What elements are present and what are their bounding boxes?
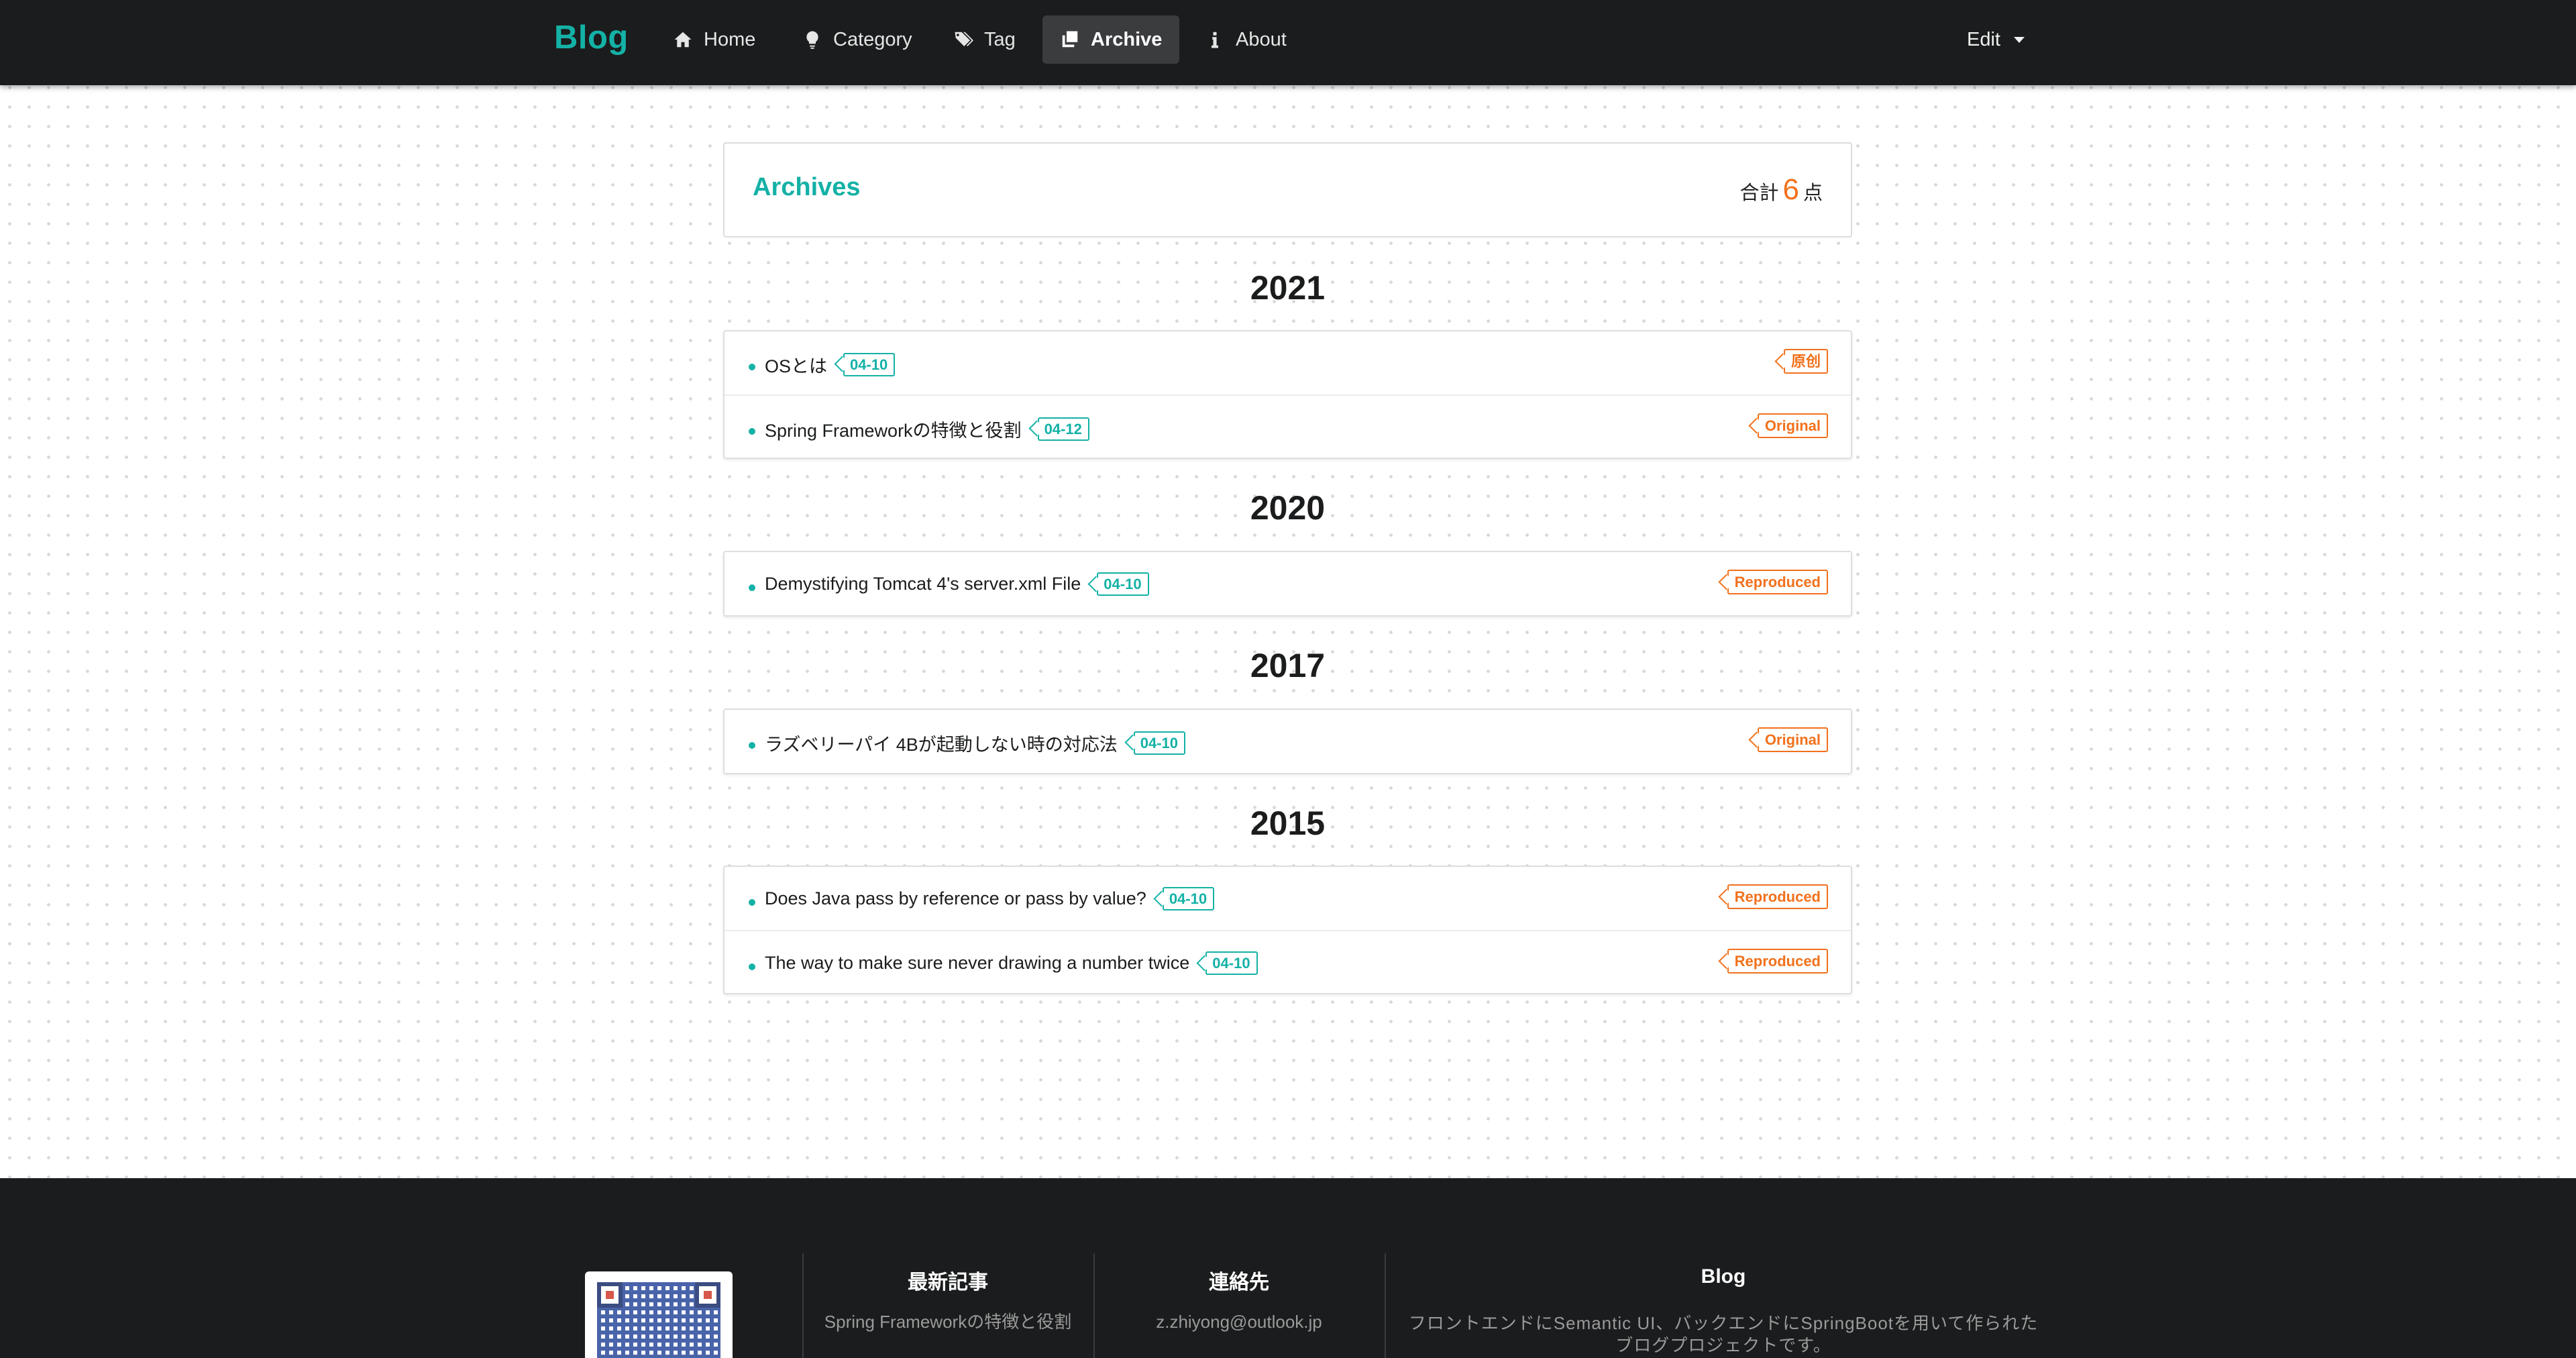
- footer-contact-email: z.zhiyong@outlook.jp: [1156, 1312, 1322, 1332]
- post-title-wrap: Does Java pass by reference or pass by v…: [765, 887, 1215, 911]
- edit-dropdown-label: Edit: [1967, 28, 2000, 50]
- nav-item-category[interactable]: Category: [785, 15, 930, 64]
- lightbulb-icon: [806, 31, 818, 49]
- post-count-number: 6: [1782, 173, 1799, 206]
- post-title-link[interactable]: Demystifying Tomcat 4's server.xml File: [765, 574, 1081, 594]
- chevron-down-icon: [2013, 36, 2025, 43]
- top-navbar: Blog Home Category Tag Archive About Edi…: [0, 0, 2576, 85]
- post-title-link[interactable]: Does Java pass by reference or pass by v…: [765, 888, 1146, 909]
- list-item[interactable]: Spring Frameworkの特徴と役割 04-12 Original: [724, 395, 1851, 458]
- list-item[interactable]: Demystifying Tomcat 4's server.xml File …: [724, 552, 1851, 615]
- date-tag: 04-12: [1037, 417, 1089, 441]
- nav-item-label: Tag: [984, 28, 1016, 50]
- year-post-list: Does Java pass by reference or pass by v…: [723, 866, 1852, 994]
- post-title-wrap: ラズベリーパイ 4Bが起動しない時の対応法 04-10: [765, 730, 1185, 756]
- type-tag: Reproduced: [1727, 949, 1828, 974]
- footer: 最新記事 Spring Frameworkの特徴と役割 連絡先 z.zhiyon…: [0, 1178, 2576, 1358]
- type-tag: Original: [1757, 413, 1828, 439]
- footer-latest-link[interactable]: Spring Frameworkの特徴と役割: [818, 1311, 1077, 1333]
- list-item[interactable]: The way to make sure never drawing a num…: [724, 930, 1851, 993]
- year-post-list: Demystifying Tomcat 4's server.xml File …: [723, 551, 1852, 617]
- bullet-icon: [749, 963, 755, 970]
- post-title-wrap: Demystifying Tomcat 4's server.xml File …: [765, 572, 1149, 596]
- brand-logo[interactable]: Blog: [554, 19, 629, 56]
- nav-item-label: Archive: [1091, 28, 1163, 50]
- date-tag: 04-10: [1205, 951, 1258, 976]
- edit-dropdown[interactable]: Edit: [1967, 15, 2025, 64]
- nav-item-label: About: [1236, 28, 1287, 50]
- home-icon: [674, 32, 692, 48]
- type-tag: Reproduced: [1727, 884, 1828, 910]
- year-heading: 2020: [1250, 489, 1326, 527]
- post-title-link[interactable]: Spring Frameworkの特徴と役割: [765, 416, 1022, 442]
- post-count-suffix: 点: [1803, 182, 1823, 204]
- qr-code-image: [585, 1271, 733, 1358]
- qr-finder: [597, 1282, 623, 1308]
- bullet-icon: [749, 584, 755, 591]
- archives-header: Archives 合計 6 点: [723, 142, 1852, 238]
- qr-finder: [695, 1282, 720, 1308]
- year-heading: 2021: [1250, 269, 1326, 307]
- bullet-icon: [749, 899, 755, 906]
- bullet-icon: [749, 742, 755, 749]
- nav-item-tag[interactable]: Tag: [936, 15, 1033, 64]
- date-tag: 04-10: [1097, 572, 1149, 596]
- nav-item-label: Category: [833, 28, 912, 50]
- year-post-list: OSとは 04-10 原创 Spring Frameworkの特徴と役割 04-…: [723, 330, 1852, 459]
- post-title-link[interactable]: The way to make sure never drawing a num…: [765, 953, 1189, 974]
- post-title-link[interactable]: OSとは: [765, 352, 827, 378]
- post-title-wrap: The way to make sure never drawing a num…: [765, 951, 1258, 976]
- post-count: 合計 6 点: [1739, 173, 1823, 207]
- type-tag: Original: [1757, 727, 1828, 753]
- year-heading: 2015: [1250, 804, 1326, 842]
- type-tag: Reproduced: [1727, 570, 1828, 595]
- post-title-link[interactable]: ラズベリーパイ 4Bが起動しない時の対応法: [765, 730, 1118, 756]
- nav-item-label: Home: [704, 28, 756, 50]
- bullet-icon: [749, 428, 755, 435]
- list-item[interactable]: ラズベリーパイ 4Bが起動しない時の対応法 04-10 Original: [724, 710, 1851, 773]
- post-count-prefix: 合計: [1739, 182, 1779, 204]
- qr-pattern: [597, 1282, 720, 1358]
- date-tag: 04-10: [1162, 887, 1215, 911]
- footer-latest-title: 最新記事: [908, 1271, 988, 1294]
- footer-blog-title: Blog: [1701, 1265, 1746, 1288]
- nav-item-home[interactable]: Home: [655, 15, 773, 64]
- page-title: Archives: [753, 173, 861, 201]
- nav-item-about[interactable]: About: [1187, 15, 1304, 64]
- nav-item-archive[interactable]: Archive: [1042, 15, 1180, 64]
- list-item[interactable]: OSとは 04-10 原创: [724, 331, 1851, 395]
- date-tag: 04-10: [843, 352, 896, 377]
- list-item[interactable]: Does Java pass by reference or pass by v…: [724, 867, 1851, 930]
- bullet-icon: [749, 364, 755, 370]
- tags-icon: [955, 32, 973, 46]
- info-icon: [1212, 32, 1218, 48]
- footer-blog-description: フロントエンドにSemantic UI、バックエンドにSpringBootを用い…: [1408, 1313, 2039, 1355]
- year-heading: 2017: [1250, 647, 1326, 684]
- post-title-wrap: OSとは 04-10: [765, 352, 896, 378]
- date-tag: 04-10: [1133, 731, 1185, 755]
- clone-icon: [1062, 31, 1078, 48]
- post-title-wrap: Spring Frameworkの特徴と役割 04-12: [765, 416, 1089, 442]
- footer-contact-title: 連絡先: [1209, 1271, 1269, 1294]
- year-post-list: ラズベリーパイ 4Bが起動しない時の対応法 04-10 Original: [723, 709, 1852, 774]
- type-tag: 原创: [1783, 349, 1828, 374]
